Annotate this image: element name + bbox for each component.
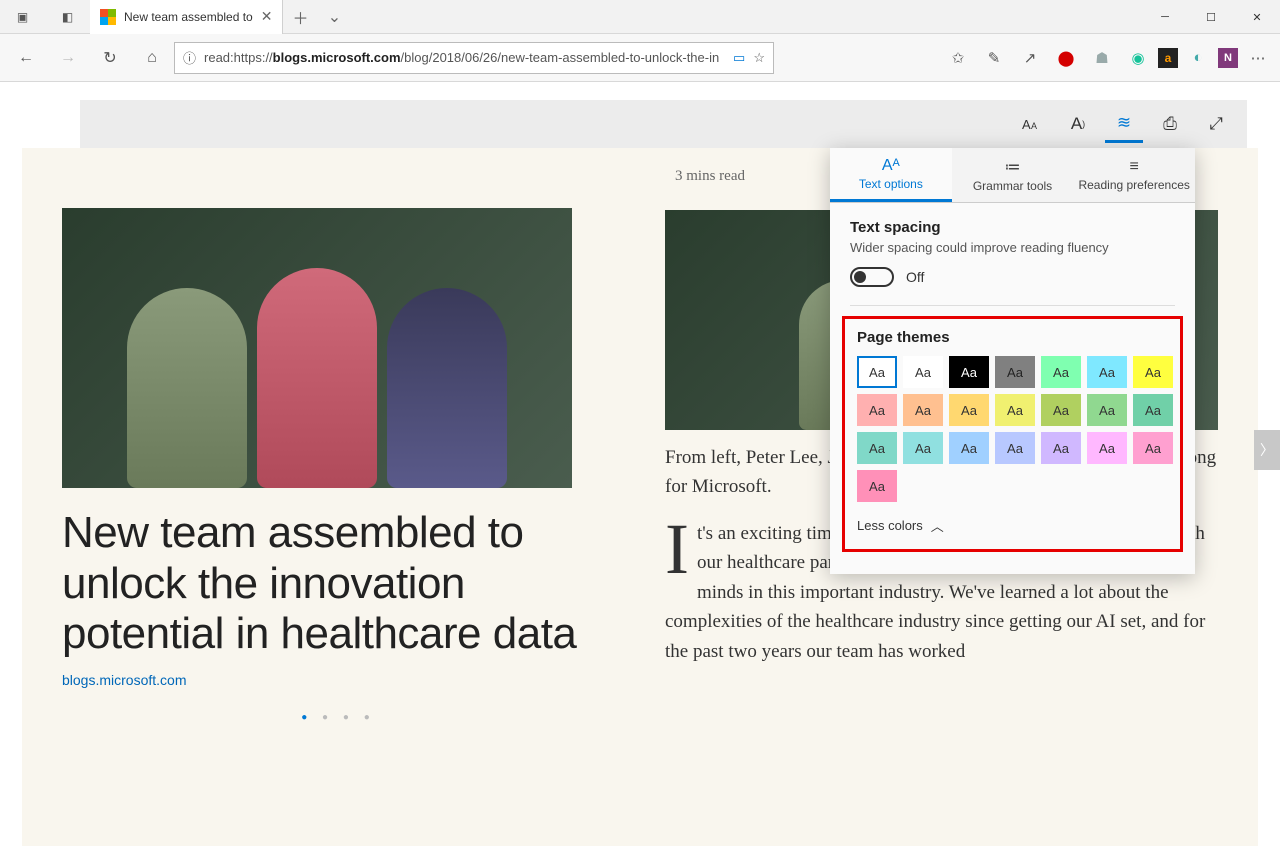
- text-spacing-title: Text spacing: [850, 219, 1175, 236]
- titlebar: ▣ ◧ New team assembled to ✕ ＋ ⌄ ─ ☐ ✕: [0, 0, 1280, 34]
- theme-swatch[interactable]: Aa: [857, 356, 897, 388]
- extension-icon[interactable]: ◐: [1182, 42, 1214, 74]
- reading-view-icon[interactable]: ▭: [733, 50, 745, 66]
- divider: [850, 305, 1175, 306]
- learning-tools-icon[interactable]: ≋: [1105, 105, 1143, 143]
- theme-swatch[interactable]: Aa: [1133, 394, 1173, 426]
- adblock-icon[interactable]: ⬤: [1050, 42, 1082, 74]
- read-aloud-icon[interactable]: A): [1059, 105, 1097, 143]
- svg-text:A: A: [1031, 121, 1037, 131]
- reading-toolbar: AA A) ≋ ⎙ ⤢: [80, 100, 1247, 148]
- minimize-button[interactable]: ─: [1142, 0, 1188, 34]
- navbar: ← → ↻ ⌂ ⓘ read:https://blogs.microsoft.c…: [0, 34, 1280, 82]
- titlebar-left: ▣ ◧ New team assembled to ✕ ＋ ⌄: [0, 0, 351, 33]
- theme-swatch[interactable]: Aa: [1087, 394, 1127, 426]
- next-page-button[interactable]: 〉: [1254, 430, 1280, 470]
- theme-swatch[interactable]: Aa: [1133, 356, 1173, 388]
- text-spacing-desc: Wider spacing could improve reading flue…: [850, 240, 1175, 255]
- new-tab-button[interactable]: ＋: [283, 5, 317, 29]
- info-icon[interactable]: ⓘ: [183, 48, 196, 67]
- theme-swatch[interactable]: Aa: [903, 356, 943, 388]
- back-button[interactable]: ←: [6, 38, 46, 78]
- toggle-state: Off: [906, 269, 924, 285]
- theme-swatch[interactable]: Aa: [1087, 356, 1127, 388]
- microsoft-favicon: [100, 9, 116, 25]
- page-themes-title: Page themes: [857, 329, 1168, 346]
- tab-label: Text options: [859, 177, 923, 191]
- theme-swatch[interactable]: Aa: [949, 394, 989, 426]
- less-colors-toggle[interactable]: Less colors ︿: [857, 516, 1168, 535]
- tabs-aside-icon[interactable]: ▣: [0, 0, 45, 34]
- theme-swatch-grid: AaAaAaAaAaAaAaAaAaAaAaAaAaAaAaAaAaAaAaAa…: [857, 356, 1168, 502]
- theme-swatch[interactable]: Aa: [1133, 432, 1173, 464]
- learning-tools-panel: Aᴬ Text options ≔ Grammar tools ≡ Readin…: [830, 148, 1195, 574]
- notes-icon[interactable]: ✎: [978, 42, 1010, 74]
- theme-swatch[interactable]: Aa: [995, 432, 1035, 464]
- tab-preview-icon[interactable]: ◧: [45, 0, 90, 34]
- onenote-icon[interactable]: N: [1218, 48, 1238, 68]
- close-window-button[interactable]: ✕: [1234, 0, 1280, 34]
- theme-swatch[interactable]: Aa: [857, 394, 897, 426]
- theme-swatch[interactable]: Aa: [903, 432, 943, 464]
- panel-tabs: Aᴬ Text options ≔ Grammar tools ≡ Readin…: [830, 148, 1195, 203]
- text-spacing-toggle[interactable]: [850, 267, 894, 287]
- tab-text-options[interactable]: Aᴬ Text options: [830, 148, 952, 202]
- theme-swatch[interactable]: Aa: [949, 356, 989, 388]
- tab-grammar-tools[interactable]: ≔ Grammar tools: [952, 148, 1074, 202]
- theme-swatch[interactable]: Aa: [1087, 432, 1127, 464]
- text-size-icon[interactable]: AA: [1013, 105, 1051, 143]
- theme-swatch[interactable]: Aa: [857, 470, 897, 502]
- tab-title: New team assembled to: [124, 10, 253, 24]
- browser-tab[interactable]: New team assembled to ✕: [90, 0, 283, 34]
- close-tab-icon[interactable]: ✕: [261, 8, 273, 25]
- theme-swatch[interactable]: Aa: [857, 432, 897, 464]
- less-colors-label: Less colors: [857, 518, 923, 533]
- svg-text:A: A: [1022, 117, 1031, 132]
- theme-swatch[interactable]: Aa: [903, 394, 943, 426]
- more-icon[interactable]: ⋯: [1242, 42, 1274, 74]
- amazon-icon[interactable]: a: [1158, 48, 1178, 68]
- address-bar[interactable]: ⓘ read:https://blogs.microsoft.com/blog/…: [174, 42, 774, 74]
- theme-swatch[interactable]: Aa: [1041, 394, 1081, 426]
- refresh-button[interactable]: ↻: [90, 38, 130, 78]
- favorites-icon[interactable]: ✩: [942, 42, 974, 74]
- tab-reading-preferences[interactable]: ≡ Reading preferences: [1073, 148, 1195, 202]
- theme-swatch[interactable]: Aa: [995, 394, 1035, 426]
- tab-label: Grammar tools: [973, 179, 1052, 193]
- grammar-icon: ≔: [1005, 157, 1021, 177]
- theme-swatch[interactable]: Aa: [949, 432, 989, 464]
- theme-swatch[interactable]: Aa: [1041, 432, 1081, 464]
- theme-swatch[interactable]: Aa: [995, 356, 1035, 388]
- home-button[interactable]: ⌂: [132, 38, 172, 78]
- favorite-icon[interactable]: ☆: [753, 50, 765, 66]
- text-options-icon: Aᴬ: [882, 157, 900, 175]
- page-dots: ● ● ● ●: [62, 712, 615, 723]
- reading-pref-icon: ≡: [1130, 158, 1139, 176]
- ghost-icon[interactable]: ☗: [1086, 42, 1118, 74]
- page-themes-section: Page themes AaAaAaAaAaAaAaAaAaAaAaAaAaAa…: [842, 316, 1183, 552]
- left-column: New team assembled to unlock the innovat…: [62, 168, 615, 723]
- chevron-up-icon: ︿: [931, 516, 944, 535]
- theme-swatch[interactable]: Aa: [1041, 356, 1081, 388]
- tab-label: Reading preferences: [1078, 178, 1189, 192]
- share-icon[interactable]: ↗: [1014, 42, 1046, 74]
- url-text: read:https://blogs.microsoft.com/blog/20…: [204, 50, 725, 65]
- maximize-button[interactable]: ☐: [1188, 0, 1234, 34]
- article-source[interactable]: blogs.microsoft.com: [62, 672, 615, 688]
- grammarly-icon[interactable]: ◉: [1122, 42, 1154, 74]
- print-icon[interactable]: ⎙: [1151, 105, 1189, 143]
- window-controls: ─ ☐ ✕: [1142, 0, 1280, 33]
- hero-image: [62, 208, 572, 488]
- fullscreen-icon[interactable]: ⤢: [1197, 105, 1235, 143]
- forward-button[interactable]: →: [48, 38, 88, 78]
- tab-actions-icon[interactable]: ⌄: [317, 7, 351, 27]
- article-headline: New team assembled to unlock the innovat…: [62, 508, 615, 660]
